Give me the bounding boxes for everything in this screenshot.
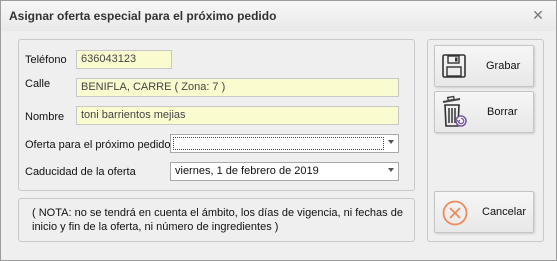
- grabar-button[interactable]: Grabar: [434, 45, 534, 87]
- title-bar: Asignar oferta especial para el próximo …: [1, 1, 556, 31]
- caducidad-select-value: viernes, 1 de febrero de 2019: [175, 165, 319, 177]
- dialog-window: Asignar oferta especial para el próximo …: [0, 0, 557, 261]
- calle-field[interactable]: BENIFLA, CARRE ( Zona: 7 ): [76, 78, 399, 97]
- nombre-label: Nombre: [25, 111, 65, 123]
- borrar-button[interactable]: Borrar: [434, 91, 534, 133]
- caducidad-label: Caducidad de la oferta: [25, 166, 136, 178]
- caducidad-select[interactable]: viernes, 1 de febrero de 2019: [170, 162, 399, 181]
- chevron-down-icon: [388, 168, 394, 172]
- cancel-icon: [442, 200, 468, 226]
- cancelar-label: Cancelar: [482, 206, 527, 218]
- borrar-label: Borrar: [487, 106, 518, 118]
- calle-label: Calle: [25, 78, 51, 90]
- telefono-label: Teléfono: [25, 54, 67, 66]
- chevron-down-icon: [388, 140, 394, 144]
- oferta-label: Oferta para el próximo pedido: [25, 139, 171, 151]
- focus-rect: [173, 137, 384, 150]
- note-text: ( NOTA: no se tendrá en cuenta el ámbito…: [32, 207, 403, 233]
- close-icon[interactable]: ✕: [530, 7, 546, 23]
- oferta-select[interactable]: [170, 134, 399, 153]
- trash-icon: [442, 95, 467, 127]
- window-title: Asignar oferta especial para el próximo …: [9, 9, 277, 23]
- cancelar-button[interactable]: Cancelar: [434, 191, 534, 233]
- telefono-field[interactable]: 636043123: [76, 50, 172, 69]
- save-icon: [442, 54, 466, 78]
- grabar-label: Grabar: [486, 60, 521, 72]
- nombre-field[interactable]: toni barrientos mejias: [76, 106, 399, 125]
